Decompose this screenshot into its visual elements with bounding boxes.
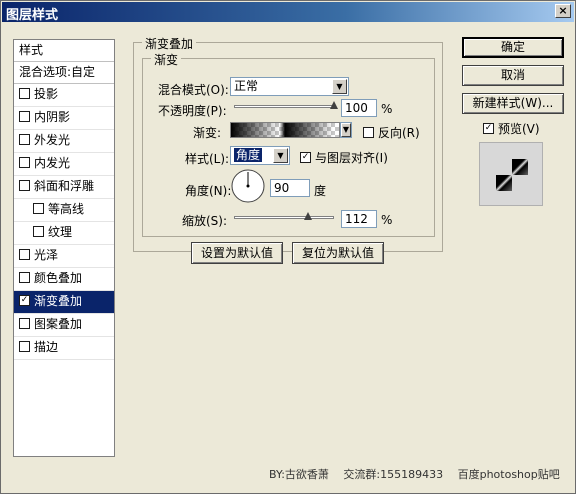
scale-unit: % (381, 213, 393, 227)
style-item[interactable]: 纹理 (14, 222, 114, 245)
blend-mode-value: 正常 (234, 79, 259, 93)
chevron-down-icon[interactable]: ▼ (341, 123, 351, 137)
style-item-label: 光泽 (34, 248, 59, 262)
chevron-down-icon[interactable]: ▼ (332, 79, 347, 94)
reverse-checkbox-wrap[interactable]: 反向(R) (363, 124, 420, 141)
styles-header[interactable]: 样式 (14, 40, 114, 62)
style-item-label: 内发光 (34, 156, 71, 170)
gradient-label: 渐变: (193, 126, 222, 140)
scale-input[interactable]: 112 (341, 210, 377, 228)
gradient-picker[interactable] (230, 122, 340, 138)
style-item-label: 图案叠加 (34, 317, 83, 331)
style-item-label: 投影 (34, 87, 59, 101)
align-checkbox-wrap[interactable]: ✓ 与图层对齐(I) (300, 149, 388, 166)
opacity-label: 不透明度(P): (158, 104, 227, 118)
preview-label: 预览(V) (498, 122, 540, 136)
style-item-checkbox[interactable] (19, 180, 30, 191)
style-item-checkbox[interactable] (19, 272, 30, 283)
style-item-checkbox[interactable] (19, 157, 30, 168)
blend-mode-label: 混合模式(O): (158, 83, 229, 97)
style-item-label: 斜面和浮雕 (34, 179, 95, 193)
style-item-label: 外发光 (34, 133, 71, 147)
style-item[interactable]: ✓ 渐变叠加 (14, 291, 114, 314)
style-preview-thumbnail (479, 142, 543, 206)
reset-default-button[interactable]: 复位为默认值 (292, 242, 384, 264)
layer-style-dialog: 图层样式 × 样式 混合选项:自定 投影内阴影外发光内发光斜面和浮雕等高线纹理光… (0, 0, 576, 494)
style-item-label: 内阴影 (34, 110, 71, 124)
footer-credit: BY:古欲香萧 交流群:155189433 百度photoshop贴吧 (269, 468, 560, 481)
chevron-down-icon[interactable]: ▼ (273, 148, 288, 163)
dialog-title: 图层样式 (6, 8, 59, 23)
style-item[interactable]: 外发光 (14, 130, 114, 153)
style-item[interactable]: 描边 (14, 337, 114, 360)
angle-label: 角度(N): (185, 184, 232, 198)
style-item-label: 等高线 (48, 202, 85, 216)
style-item-checkbox[interactable] (33, 226, 44, 237)
preview-checkbox-wrap[interactable]: ✓ 预览(V) (483, 120, 540, 137)
style-item[interactable]: 光泽 (14, 245, 114, 268)
style-item-checkbox[interactable] (19, 249, 30, 260)
opacity-input[interactable]: 100 (341, 99, 377, 117)
style-item[interactable]: 颜色叠加 (14, 268, 114, 291)
style-item-checkbox[interactable] (33, 203, 44, 214)
cancel-button[interactable]: 取消 (462, 65, 564, 86)
styles-list: 样式 混合选项:自定 投影内阴影外发光内发光斜面和浮雕等高线纹理光泽颜色叠加 ✓ 渐… (13, 39, 115, 457)
style-item[interactable]: 斜面和浮雕 (14, 176, 114, 199)
preview-swatch (496, 159, 528, 191)
ok-button[interactable]: 确定 (462, 37, 564, 58)
close-button[interactable]: × (555, 4, 571, 18)
scale-slider-thumb[interactable] (304, 212, 312, 220)
style-item-checkbox[interactable] (19, 318, 30, 329)
scale-slider-track[interactable] (234, 216, 334, 219)
style-item-checkbox[interactable] (19, 88, 30, 99)
style-item[interactable]: 投影 (14, 84, 114, 107)
gradient-overlay-title: 渐变叠加 (142, 35, 197, 52)
reverse-label: 反向(R) (378, 126, 420, 140)
gradient-subgroup-title: 渐变 (151, 51, 182, 68)
style-item-label: 描边 (34, 340, 59, 354)
style-item-checkbox[interactable]: ✓ (19, 295, 30, 306)
style-item-checkbox[interactable] (19, 111, 30, 122)
angle-dial[interactable] (230, 168, 266, 204)
style-item-label: 颜色叠加 (34, 271, 83, 285)
blending-options-item[interactable]: 混合选项:自定 (14, 62, 114, 84)
reverse-checkbox[interactable] (363, 127, 374, 138)
style-label: 样式(L): (185, 152, 230, 166)
style-select[interactable]: 角度 ▼ (230, 146, 290, 165)
scale-label: 缩放(S): (182, 214, 228, 228)
style-item-checkbox[interactable] (19, 134, 30, 145)
style-item[interactable]: 等高线 (14, 199, 114, 222)
align-label: 与图层对齐(I) (315, 151, 388, 165)
style-item-checkbox[interactable] (19, 341, 30, 352)
opacity-slider-track[interactable] (234, 105, 334, 108)
style-value: 角度 (234, 148, 263, 162)
angle-unit: 度 (314, 184, 327, 198)
blend-mode-select[interactable]: 正常 ▼ (230, 77, 349, 96)
set-default-button[interactable]: 设置为默认值 (191, 242, 283, 264)
style-item[interactable]: 内发光 (14, 153, 114, 176)
gradient-dropdown[interactable]: ▼ (340, 122, 352, 138)
style-item-label: 纹理 (48, 225, 73, 239)
style-item[interactable]: 图案叠加 (14, 314, 114, 337)
preview-checkbox[interactable]: ✓ (483, 123, 494, 134)
title-bar: 图层样式 × (2, 2, 574, 23)
style-item-label: 渐变叠加 (34, 294, 83, 308)
style-item[interactable]: 内阴影 (14, 107, 114, 130)
opacity-unit: % (381, 102, 393, 116)
angle-input[interactable]: 90 (270, 179, 310, 197)
align-checkbox[interactable]: ✓ (300, 152, 311, 163)
opacity-slider-thumb[interactable] (330, 101, 338, 109)
new-style-button[interactable]: 新建样式(W)... (462, 93, 564, 114)
